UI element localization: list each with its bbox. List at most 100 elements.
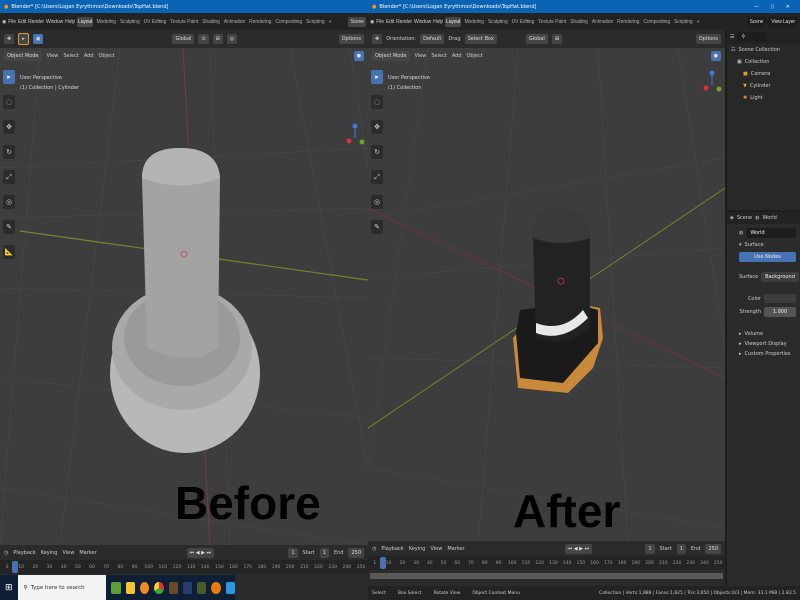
tab-uv-editing[interactable]: UV Editing xyxy=(511,17,536,27)
tab-compositing[interactable]: Compositing xyxy=(642,17,671,27)
scene-selector[interactable]: Scene xyxy=(746,16,767,27)
menu-playback[interactable]: Playback xyxy=(13,550,35,556)
menu-help[interactable]: Help xyxy=(433,19,443,25)
menu-keying[interactable]: Keying xyxy=(41,550,58,556)
app-icon-3[interactable] xyxy=(225,581,235,594)
annotate-icon[interactable]: ✎ xyxy=(3,220,15,234)
menu-help[interactable]: Help xyxy=(65,19,75,25)
rotate-icon[interactable]: ↻ xyxy=(371,145,383,159)
blender-menu-icon[interactable]: ◉ xyxy=(2,19,6,25)
add-workspace-button[interactable]: + xyxy=(696,17,701,27)
panel-volume[interactable]: ▸ Volume xyxy=(739,331,796,337)
frame-ruler[interactable]: 0 10 20 30 40 50 60 70 80 90 100 110 120 130 140 150 160… xyxy=(0,560,368,574)
taskbar-search[interactable]: ⚲ Type here to search xyxy=(17,575,107,600)
transform-icon[interactable]: ◎ xyxy=(3,195,15,209)
display-mode-icon[interactable]: ☰ xyxy=(730,34,734,40)
minimize-icon[interactable]: — xyxy=(754,4,759,10)
tab-rendering[interactable]: Rendering xyxy=(248,17,272,27)
breadcrumb-world[interactable]: World xyxy=(762,215,776,221)
tab-sculpting[interactable]: Sculpting xyxy=(487,17,509,27)
scale-icon[interactable]: ⤢ xyxy=(371,170,383,184)
tab-sculpting[interactable]: Sculpting xyxy=(119,17,141,27)
select-tool-icon[interactable]: ▸ xyxy=(18,33,29,45)
menu-select[interactable]: Select xyxy=(63,53,78,59)
tab-uv-editing[interactable]: UV Editing xyxy=(143,17,168,27)
menu-file[interactable]: File xyxy=(376,19,384,25)
panel-custom-properties[interactable]: ▸ Custom Properties xyxy=(739,351,796,357)
menu-render[interactable]: Render xyxy=(396,19,412,25)
start-field[interactable]: 1 xyxy=(676,543,686,554)
shading-solid-icon[interactable]: ● xyxy=(353,51,364,61)
playhead[interactable] xyxy=(380,557,386,569)
maximize-icon[interactable]: ▯ xyxy=(771,4,774,10)
menu-window[interactable]: Window xyxy=(46,19,63,25)
menu-marker[interactable]: Marker xyxy=(447,546,464,552)
minecraft-icon[interactable] xyxy=(168,581,178,594)
surface-dropdown[interactable]: Background xyxy=(761,272,799,282)
menu-select[interactable]: Select xyxy=(431,53,446,59)
3d-viewport[interactable]: User Perspective (1) Collection | Cylinde… xyxy=(0,48,368,545)
panel-viewport-display[interactable]: ▸ Viewport Display xyxy=(739,341,796,347)
world-selector[interactable]: ◍ World xyxy=(739,228,796,238)
transform-tool-icon[interactable]: ✥ xyxy=(4,34,15,44)
menu-object[interactable]: Object xyxy=(99,53,115,59)
outliner-search[interactable]: ⚲ xyxy=(737,32,768,42)
snap-icon[interactable]: ⊞ xyxy=(212,34,223,44)
proportional-edit-icon[interactable]: ◎ xyxy=(226,34,238,44)
tab-compositing[interactable]: Compositing xyxy=(274,17,303,27)
outliner-collection[interactable]: ▣ Collection xyxy=(727,56,800,68)
blender-menu-icon[interactable]: ◉ xyxy=(370,19,374,25)
annotate-icon[interactable]: ✎ xyxy=(371,220,383,234)
scale-icon[interactable]: ⤢ xyxy=(3,170,15,184)
menu-window[interactable]: Window xyxy=(414,19,431,25)
chrome-icon[interactable] xyxy=(154,581,164,594)
cursor-icon[interactable]: ◌ xyxy=(371,95,383,109)
3d-viewport[interactable]: User Perspective (1) Collection ▸ ◌ ✥ ↻ ⤢… xyxy=(368,48,725,545)
firefox-icon[interactable] xyxy=(139,581,150,594)
select-box-icon[interactable]: ▸ xyxy=(3,70,15,84)
timeline-editor-icon[interactable]: ◷ xyxy=(4,550,8,556)
menu-edit[interactable]: Edit xyxy=(18,19,26,25)
tab-texture-paint[interactable]: Texture Paint xyxy=(537,17,567,27)
select-box-icon[interactable]: ▸ xyxy=(371,70,383,84)
move-icon[interactable]: ✥ xyxy=(371,120,383,134)
measure-icon[interactable]: 📐 xyxy=(3,245,15,259)
add-workspace-button[interactable]: + xyxy=(328,17,333,27)
tab-modeling[interactable]: Modeling xyxy=(463,17,485,27)
axis-gizmo-icon[interactable] xyxy=(345,123,365,153)
tab-layout[interactable]: Layout xyxy=(77,16,94,27)
scene-selector[interactable]: Scene xyxy=(348,16,366,27)
outliner-item-camera[interactable]: ■ Camera xyxy=(727,68,800,80)
menu-add[interactable]: Add xyxy=(452,53,462,59)
tab-texture-paint[interactable]: Texture Paint xyxy=(169,17,199,27)
end-field[interactable]: 250 xyxy=(705,543,721,554)
drag-dropdown[interactable]: Select Box xyxy=(464,34,497,44)
orientation-dropdown[interactable]: Default xyxy=(420,34,445,44)
tab-animation[interactable]: Animation xyxy=(591,17,614,27)
tab-shading[interactable]: Shading xyxy=(201,17,221,27)
move-icon[interactable]: ✥ xyxy=(3,120,15,134)
transform-tool-icon[interactable]: ✥ xyxy=(372,34,383,44)
menu-add[interactable]: Add xyxy=(84,53,94,59)
world-name-field[interactable]: World xyxy=(746,228,796,238)
tab-modeling[interactable]: Modeling xyxy=(95,17,117,27)
axis-gizmo-icon[interactable] xyxy=(702,70,722,100)
strength-field[interactable]: 1.000 xyxy=(764,307,796,317)
app-icon-2[interactable] xyxy=(197,581,207,594)
menu-view[interactable]: View xyxy=(415,53,427,59)
menu-keying[interactable]: Keying xyxy=(409,546,426,552)
tab-rendering[interactable]: Rendering xyxy=(616,17,640,27)
end-field[interactable]: 250 xyxy=(348,547,364,558)
file-explorer-icon[interactable] xyxy=(125,581,135,594)
menu-view[interactable]: View xyxy=(62,550,74,556)
app-icon[interactable] xyxy=(111,581,121,594)
timeline-scrollbar[interactable] xyxy=(370,573,723,579)
close-icon[interactable]: ✕ xyxy=(786,4,790,10)
blender-taskbar-icon[interactable] xyxy=(211,581,221,594)
snap-icon[interactable]: ⊞ xyxy=(551,34,563,44)
orientation-dropdown[interactable]: Global xyxy=(172,34,195,44)
menu-view[interactable]: View xyxy=(47,53,59,59)
navigation-gizmo[interactable] xyxy=(702,70,722,100)
outliner-item-light[interactable]: ✺ Light xyxy=(727,92,800,104)
options-dropdown[interactable]: Options xyxy=(338,34,364,44)
